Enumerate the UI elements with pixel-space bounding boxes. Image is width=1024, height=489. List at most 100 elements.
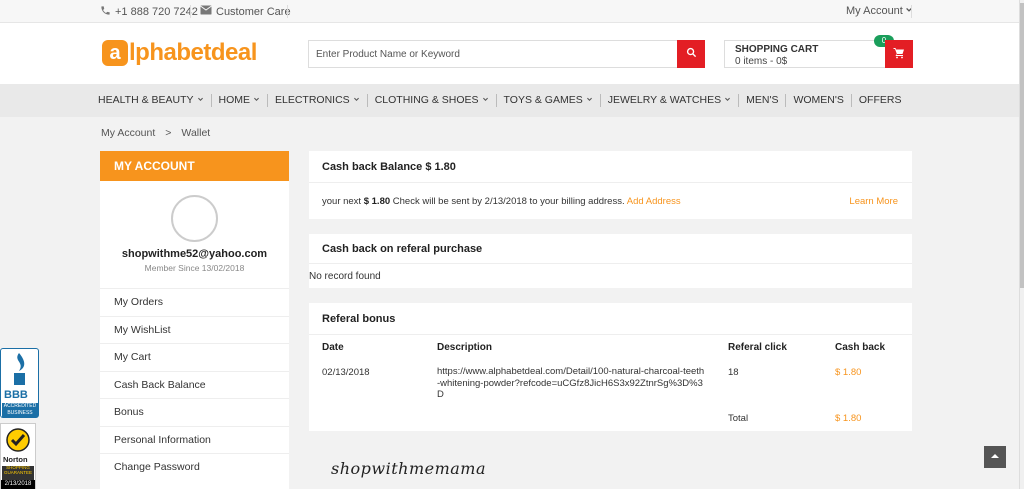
breadcrumb-parent-link[interactable]: My Account	[101, 127, 155, 139]
site-logo[interactable]: a lphabetdeal	[102, 39, 257, 67]
row-cash-back: $ 1.80	[835, 367, 862, 378]
nav-item-jewelry-watches[interactable]: JEWELRY & WATCHES	[599, 94, 738, 107]
divider	[287, 5, 288, 18]
my-account-dropdown[interactable]: My Account	[846, 5, 913, 17]
customer-care-link[interactable]: Customer Care	[200, 5, 291, 18]
user-email: shopwithme52@yahoo.com	[121, 248, 268, 260]
sidebar-item-my-orders[interactable]: My Orders	[100, 288, 289, 316]
cart-icon	[893, 47, 905, 62]
sidebar-item-bonus[interactable]: Bonus	[100, 398, 289, 426]
referral-bonus-title: Referal bonus	[322, 313, 396, 325]
referral-purchase-panel: Cash back on referal purchase No record …	[309, 234, 912, 288]
divider	[309, 182, 912, 183]
nav-item-label: ELECTRONICS	[275, 94, 350, 106]
nav-item-label: HEALTH & BEAUTY	[98, 94, 194, 106]
sidebar-item-change-password[interactable]: Change Password	[100, 453, 289, 481]
back-to-top-button[interactable]	[984, 446, 1006, 468]
scrollbar-thumb[interactable]	[1020, 3, 1024, 288]
chevron-down-icon	[724, 94, 731, 107]
cashback-message-amount: $ 1.80	[363, 196, 391, 207]
nav-item-label: OFFERS	[858, 94, 902, 106]
logo-text: lphabetdeal	[129, 39, 257, 66]
column-header-date: Date	[322, 342, 344, 353]
avatar[interactable]	[171, 195, 218, 242]
member-since: Member Since 13/02/2018	[144, 263, 245, 273]
chevron-down-icon	[197, 94, 204, 107]
sidebar-item-cash-back-balance[interactable]: Cash Back Balance	[100, 370, 289, 399]
learn-more-link[interactable]: Learn More	[849, 196, 898, 207]
watermark: shopwithmemama	[331, 459, 486, 478]
divider	[911, 5, 912, 18]
bbb-accredited-label: ACCREDITED BUSINESS	[2, 403, 38, 417]
norton-badge[interactable]: Norton SHOPPING GUARANTEE 2/13/2018	[0, 423, 36, 489]
column-header-cash-back: Cash back	[835, 342, 886, 353]
logo-mark: a	[102, 40, 128, 66]
cashback-balance-title: Cash back Balance $ 1.80	[322, 161, 456, 173]
my-account-label: My Account	[846, 5, 903, 17]
mail-icon	[200, 5, 212, 18]
cart-summary: 0 items - 0$	[735, 56, 788, 67]
account-sidebar: MY ACCOUNT shopwithme52@yahoo.com Member…	[100, 151, 289, 489]
cart-title: SHOPPING CART	[735, 44, 819, 55]
cashback-message-suffix: Check will be sent by 2/13/2018 to your …	[392, 196, 625, 207]
row-referal-click: 18	[728, 367, 739, 378]
phone-contact[interactable]: +1 888 720 7242	[100, 5, 198, 19]
customer-care-label: Customer Care	[216, 5, 291, 18]
divider	[309, 334, 912, 335]
page-scrollbar[interactable]	[1019, 0, 1024, 489]
search-icon	[686, 47, 697, 61]
nav-item-mens[interactable]: MEN'S	[738, 94, 785, 107]
sidebar-item-my-wishlist[interactable]: My WishList	[100, 315, 289, 344]
bbb-label: BBB	[4, 389, 28, 401]
cashback-balance-panel: Cash back Balance $ 1.80 your next $ 1.8…	[309, 151, 912, 219]
column-header-description: Description	[437, 342, 493, 353]
nav-item-label: TOYS & GAMES	[503, 94, 583, 106]
nav-item-label: HOME	[218, 94, 251, 106]
norton-date: 2/13/2018	[1, 480, 35, 489]
nav-item-clothing-shoes[interactable]: CLOTHING & SHOES	[366, 94, 496, 107]
nav-item-label: CLOTHING & SHOES	[374, 94, 479, 106]
chevron-up-icon	[990, 451, 1000, 463]
sidebar-title: MY ACCOUNT	[100, 151, 289, 181]
breadcrumb-separator: >	[165, 127, 172, 139]
sidebar-item-personal-information[interactable]: Personal Information	[100, 425, 289, 454]
search-bar	[308, 40, 705, 68]
sidebar-item-my-cart[interactable]: My Cart	[100, 343, 289, 371]
breadcrumb-current: Wallet	[181, 127, 211, 139]
no-record-message: No record found	[309, 271, 381, 282]
category-nav: HEALTH & BEAUTY HOME ELECTRONICS CLOTHIN…	[0, 84, 1019, 117]
referral-purchase-title: Cash back on referal purchase	[322, 243, 483, 255]
norton-guarantee-label: SHOPPING GUARANTEE	[2, 465, 34, 480]
divider	[190, 5, 191, 18]
total-label: Total	[728, 413, 749, 424]
norton-label: Norton	[3, 455, 28, 464]
search-input[interactable]	[309, 41, 677, 67]
add-address-link[interactable]: Add Address	[627, 196, 681, 207]
bbb-badge[interactable]: BBB ACCREDITED BUSINESS	[0, 348, 39, 418]
cashback-message: your next $ 1.80 Check will be sent by 2…	[322, 196, 681, 207]
chevron-down-icon	[586, 94, 593, 107]
breadcrumb: My Account > Wallet	[101, 127, 210, 139]
row-date: 02/13/2018	[322, 367, 370, 378]
referral-bonus-panel: Referal bonus Date Description Referal c…	[309, 303, 912, 431]
cart-button[interactable]	[885, 40, 913, 68]
shopping-cart[interactable]: SHOPPING CART 0 items - 0$ 0	[724, 35, 913, 68]
total-value: $ 1.80	[835, 413, 862, 424]
cashback-message-prefix: your next	[322, 196, 362, 207]
nav-item-label: WOMEN'S	[793, 94, 844, 106]
nav-item-health-beauty[interactable]: HEALTH & BEAUTY	[98, 94, 211, 107]
row-description-link[interactable]: https://www.alphabetdeal.com/Detail/100-…	[437, 366, 707, 401]
nav-item-home[interactable]: HOME	[210, 94, 268, 107]
chevron-down-icon	[482, 94, 489, 107]
sidebar-menu: My Orders My WishList My Cart Cash Back …	[100, 288, 289, 481]
phone-icon	[100, 5, 111, 19]
chevron-down-icon	[253, 94, 260, 107]
nav-item-offers[interactable]: OFFERS	[850, 94, 909, 107]
phone-number: +1 888 720 7242	[115, 6, 198, 18]
nav-item-toys-games[interactable]: TOYS & GAMES	[495, 94, 600, 107]
search-button[interactable]	[677, 40, 705, 68]
header: a lphabetdeal SHOPPING CART 0 items - 0$…	[0, 23, 1019, 84]
nav-item-womens[interactable]: WOMEN'S	[785, 94, 850, 107]
chevron-down-icon	[353, 94, 360, 107]
nav-item-electronics[interactable]: ELECTRONICS	[267, 94, 367, 107]
